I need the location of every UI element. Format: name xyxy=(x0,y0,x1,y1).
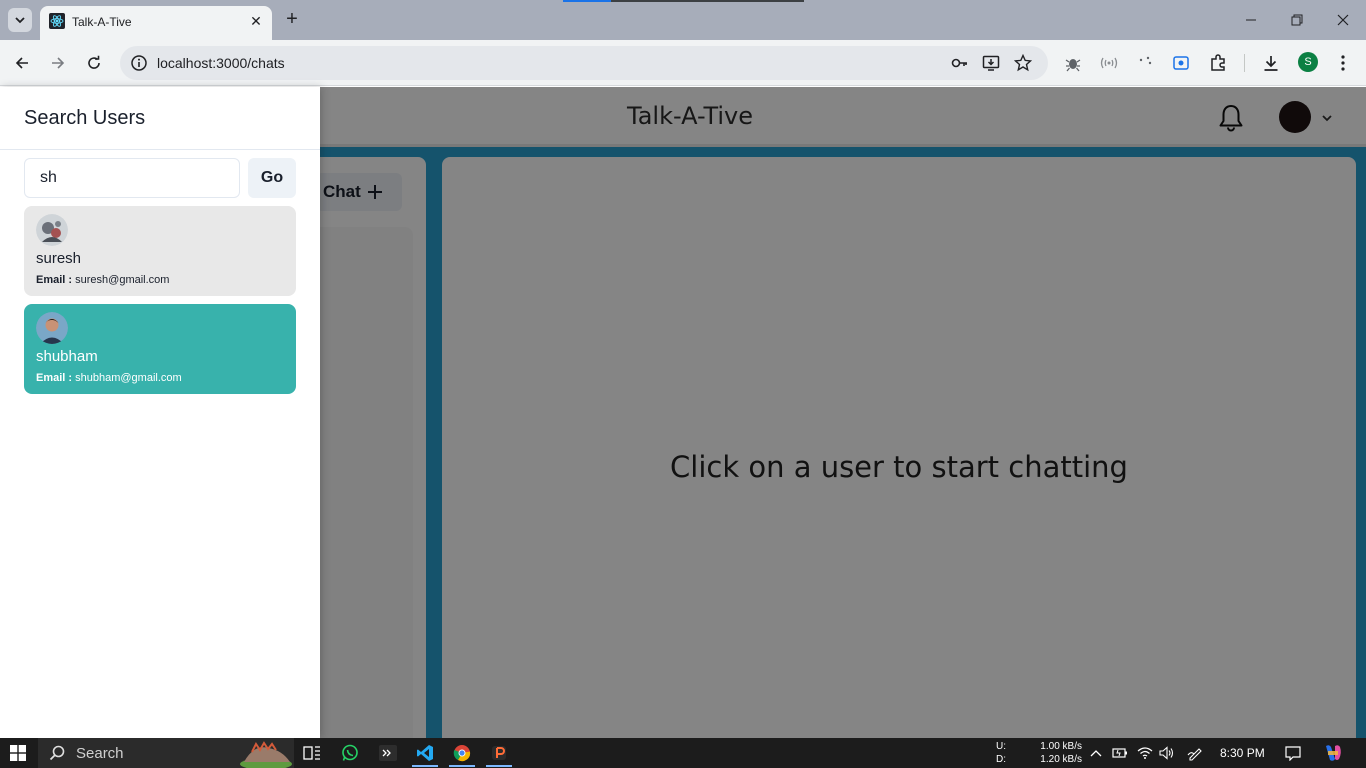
dots-extension-icon[interactable] xyxy=(1135,53,1155,73)
network-speeds: 1.00 kB/s 1.20 kB/s xyxy=(1036,740,1082,766)
windows-taskbar: Search U: D: 1.00 kB/s 1.20 kB/s 8:30 PM xyxy=(0,738,1366,768)
user-name: shubham xyxy=(36,348,98,365)
site-info-icon[interactable] xyxy=(130,54,148,72)
taskbar-clock[interactable]: 8:30 PM xyxy=(1220,746,1265,760)
taskbar-search-box[interactable]: Search xyxy=(38,738,294,768)
downloads-icon[interactable] xyxy=(1261,53,1281,73)
network-labels: U: D: xyxy=(996,740,1006,766)
pen-icon[interactable] xyxy=(1187,745,1203,761)
chrome-active-indicator xyxy=(449,765,475,767)
arrow-right-icon xyxy=(52,57,65,69)
reload-icon xyxy=(88,55,100,69)
terminal-icon[interactable] xyxy=(377,742,399,764)
toolbar-divider xyxy=(1244,54,1245,72)
drawer-title: Search Users xyxy=(24,107,146,129)
browser-tab-strip: Talk-A-Tive ✕ + xyxy=(0,0,1366,40)
address-bar[interactable]: localhost:3000/chats xyxy=(120,46,1048,80)
tab-title: Talk-A-Tive xyxy=(72,15,132,29)
url-text: localhost:3000/chats xyxy=(157,55,285,71)
battery-icon[interactable] xyxy=(1112,746,1128,760)
search-input[interactable] xyxy=(24,158,240,198)
chrome-icon[interactable] xyxy=(451,742,473,764)
search-users-drawer: Search Users Go suresh Email : suresh@gm… xyxy=(0,87,320,738)
broadcast-extension-icon[interactable] xyxy=(1099,53,1119,73)
chevron-down-icon xyxy=(15,17,25,24)
user-name: suresh xyxy=(36,250,82,267)
close-window-button[interactable] xyxy=(1333,10,1353,30)
loading-indicator-track xyxy=(611,0,804,2)
user-avatar xyxy=(36,312,68,344)
postman-active-indicator xyxy=(486,765,512,767)
bug-extension-icon[interactable] xyxy=(1063,53,1083,73)
user-email-value: suresh@gmail.com xyxy=(75,274,170,286)
screen-capture-extension-icon[interactable] xyxy=(1171,53,1191,73)
user-email-value: shubham@gmail.com xyxy=(75,372,182,384)
notification-center-icon[interactable] xyxy=(1285,745,1301,761)
task-view-icon[interactable] xyxy=(301,742,323,764)
user-result-item[interactable]: shubham Email : shubham@gmail.com xyxy=(24,304,296,394)
react-favicon-icon xyxy=(49,13,65,29)
bookmark-star-icon[interactable] xyxy=(1014,54,1032,72)
windows-start-icon[interactable] xyxy=(10,745,26,761)
browser-toolbar: localhost:3000/chats S xyxy=(0,40,1366,86)
back-button[interactable] xyxy=(10,51,34,75)
tab-search-button[interactable] xyxy=(8,8,32,32)
forward-button[interactable] xyxy=(46,51,70,75)
user-result-item[interactable]: suresh Email : suresh@gmail.com xyxy=(24,206,296,296)
password-key-icon[interactable] xyxy=(950,54,968,72)
browser-tab[interactable]: Talk-A-Tive ✕ xyxy=(40,6,272,40)
drawer-header: Search Users xyxy=(0,87,320,150)
restore-button[interactable] xyxy=(1287,10,1307,30)
whatsapp-icon[interactable] xyxy=(339,742,361,764)
tab-close-icon[interactable]: ✕ xyxy=(248,13,264,29)
user-avatar xyxy=(36,214,68,246)
vscode-icon[interactable] xyxy=(414,742,436,764)
wifi-icon[interactable] xyxy=(1137,746,1153,760)
upload-label: U: xyxy=(996,741,1006,752)
upload-speed: 1.00 kB/s xyxy=(1040,741,1082,752)
copilot-icon[interactable] xyxy=(1322,743,1344,763)
loading-indicator xyxy=(563,0,611,2)
volume-icon[interactable] xyxy=(1159,746,1175,760)
dinosaur-highlight-icon xyxy=(240,741,292,768)
vscode-active-indicator xyxy=(412,765,438,767)
chevron-up-icon[interactable] xyxy=(1090,748,1102,758)
user-email: Email : suresh@gmail.com xyxy=(36,274,169,286)
email-prefix: Email : xyxy=(36,274,73,286)
postman-icon[interactable] xyxy=(488,742,510,764)
email-prefix: Email : xyxy=(36,372,73,384)
profile-avatar-button[interactable]: S xyxy=(1298,52,1318,72)
more-menu-icon[interactable] xyxy=(1333,53,1353,73)
download-speed: 1.20 kB/s xyxy=(1040,754,1082,765)
minimize-button[interactable] xyxy=(1241,10,1261,30)
arrow-left-icon xyxy=(15,57,28,69)
go-button[interactable]: Go xyxy=(248,158,296,198)
user-email: Email : shubham@gmail.com xyxy=(36,372,182,384)
taskbar-search-label: Search xyxy=(76,745,124,762)
new-tab-button[interactable]: + xyxy=(282,8,302,30)
download-label: D: xyxy=(996,754,1006,765)
extensions-puzzle-icon[interactable] xyxy=(1208,53,1228,73)
reload-button[interactable] xyxy=(82,51,106,75)
search-icon xyxy=(49,745,65,761)
install-app-icon[interactable] xyxy=(982,54,1000,72)
